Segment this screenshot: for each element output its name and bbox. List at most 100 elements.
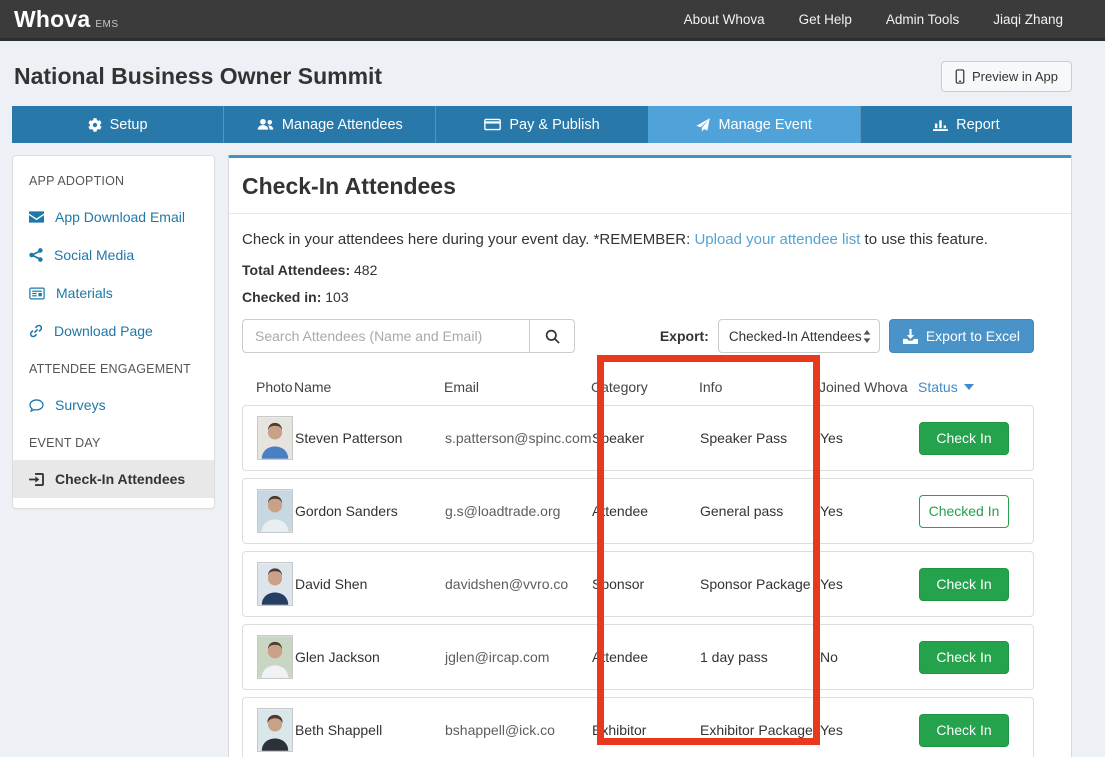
preview-in-app-button[interactable]: Preview in App	[941, 61, 1072, 92]
sidebar-item-label: Materials	[56, 285, 113, 301]
download-icon	[903, 329, 918, 344]
sidebar-item-label: Download Page	[54, 323, 153, 339]
envelope-icon	[29, 211, 44, 223]
attendee-email: davidshen@vvro.co	[445, 576, 592, 592]
main-tab-bar: Setup Manage Attendees Pay & Publish Man…	[12, 106, 1072, 143]
attendee-category: Attendee	[592, 503, 700, 519]
tab-report-label: Report	[956, 117, 1000, 133]
attendee-info: General pass	[700, 503, 820, 519]
attendee-info: Sponsor Package	[700, 576, 820, 592]
gear-icon	[88, 118, 102, 132]
sidebar-item-surveys[interactable]: Surveys	[13, 386, 214, 424]
sidebar-item-materials[interactable]: Materials	[13, 274, 214, 312]
attendee-email: s.patterson@spinc.com	[445, 430, 592, 446]
total-attendees-stat: Total Attendees: 482	[242, 262, 1058, 278]
main-panel: Check-In Attendees Check in your attende…	[228, 155, 1072, 757]
attendee-photo	[257, 635, 293, 679]
column-header-email: Email	[444, 379, 591, 395]
sidebar-item-label: App Download Email	[55, 209, 185, 225]
total-attendees-value: 482	[354, 262, 377, 278]
sidebar-item-social-media[interactable]: Social Media	[13, 236, 214, 274]
column-header-category: Category	[591, 379, 699, 395]
tab-manage-attendees[interactable]: Manage Attendees	[223, 106, 435, 143]
attendee-name: Steven Patterson	[295, 430, 445, 446]
check-in-button[interactable]: Check In	[919, 568, 1009, 601]
upload-attendee-list-link[interactable]: Upload your attendee list	[694, 231, 860, 248]
page-section-title: Check-In Attendees	[242, 173, 1058, 200]
attendee-category: Speaker	[592, 430, 700, 446]
attendee-photo	[257, 489, 293, 533]
tab-pay-publish-label: Pay & Publish	[509, 117, 599, 133]
export-to-excel-button[interactable]: Export to Excel	[889, 319, 1034, 353]
column-header-photo: Photo	[242, 379, 294, 395]
nav-admin-tools[interactable]: Admin Tools	[886, 12, 959, 27]
column-header-status[interactable]: Status	[918, 379, 1034, 395]
sidebar-item-label: Surveys	[55, 397, 106, 413]
instructions-prefix: Check in your attendees here during your…	[242, 231, 694, 248]
sidebar-item-label: Check-In Attendees	[55, 471, 185, 487]
tab-manage-event[interactable]: Manage Event	[648, 106, 860, 143]
sidebar-item-app-download-email[interactable]: App Download Email	[13, 198, 214, 236]
table-row: Glen Jackson jglen@ircap.com Attendee 1 …	[242, 624, 1034, 690]
sidebar: APP ADOPTION App Download Email Social M…	[12, 155, 215, 509]
export-select-value: Checked-In Attendees	[729, 329, 862, 344]
whova-logo[interactable]: Whova EMS	[14, 6, 119, 33]
check-in-button[interactable]: Check In	[919, 641, 1009, 674]
tab-setup-label: Setup	[110, 117, 148, 133]
navbar-links: About Whova Get Help Admin Tools Jiaqi Z…	[684, 12, 1085, 27]
page-header: National Business Owner Summit Preview i…	[0, 41, 1105, 106]
export-label: Export:	[660, 328, 709, 344]
sidebar-section-app-adoption: APP ADOPTION	[13, 162, 214, 198]
search-input[interactable]	[242, 319, 529, 353]
attendee-joined-whova: Yes	[820, 430, 919, 446]
attendee-name: Gordon Sanders	[295, 503, 445, 519]
export-select[interactable]: Checked-In Attendees	[718, 319, 880, 353]
status-header-label: Status	[918, 379, 958, 395]
checked-in-stat: Checked in: 103	[242, 289, 1058, 305]
attendee-joined-whova: No	[820, 649, 919, 665]
caret-down-icon	[964, 384, 974, 390]
brand-name: Whova	[14, 6, 90, 33]
mobile-phone-icon	[955, 69, 965, 84]
check-in-button[interactable]: Check In	[919, 422, 1009, 455]
sign-in-icon	[29, 473, 44, 486]
brand-suffix: EMS	[95, 19, 118, 30]
attendee-joined-whova: Yes	[820, 576, 919, 592]
attendee-info: Speaker Pass	[700, 430, 820, 446]
search-group	[242, 319, 575, 353]
attendee-joined-whova: Yes	[820, 722, 919, 738]
tab-setup[interactable]: Setup	[12, 106, 223, 143]
attendee-name: David Shen	[295, 576, 445, 592]
instructions-text: Check in your attendees here during your…	[242, 231, 1058, 248]
nav-about-whova[interactable]: About Whova	[684, 12, 765, 27]
table-row: Steven Patterson s.patterson@spinc.com S…	[242, 405, 1034, 471]
users-icon	[257, 118, 274, 131]
attendee-category: Exhibitor	[592, 722, 700, 738]
share-icon	[29, 248, 43, 262]
tab-pay-publish[interactable]: Pay & Publish	[435, 106, 647, 143]
search-button[interactable]	[529, 319, 575, 353]
checked-in-button[interactable]: Checked In	[919, 495, 1009, 528]
export-to-excel-label: Export to Excel	[926, 328, 1020, 344]
comment-icon	[29, 399, 44, 412]
column-header-name: Name	[294, 379, 444, 395]
attendee-info: Exhibitor Package	[700, 722, 820, 738]
attendee-joined-whova: Yes	[820, 503, 919, 519]
attendee-email: jglen@ircap.com	[445, 649, 592, 665]
nav-get-help[interactable]: Get Help	[799, 12, 852, 27]
attendee-photo	[257, 416, 293, 460]
panel-heading: Check-In Attendees	[229, 158, 1071, 214]
nav-user-menu[interactable]: Jiaqi Zhang	[993, 12, 1063, 27]
tab-report[interactable]: Report	[860, 106, 1072, 143]
sidebar-section-attendee-engagement: ATTENDEE ENGAGEMENT	[13, 350, 214, 386]
select-stepper-icon	[863, 330, 871, 343]
tab-manage-attendees-label: Manage Attendees	[282, 117, 403, 133]
sidebar-item-download-page[interactable]: Download Page	[13, 312, 214, 350]
sidebar-item-check-in-attendees[interactable]: Check-In Attendees	[13, 460, 214, 498]
link-icon	[29, 324, 43, 338]
check-in-button[interactable]: Check In	[919, 714, 1009, 747]
table-row: Beth Shappell bshappell@ick.co Exhibitor…	[242, 697, 1034, 757]
checked-in-label: Checked in:	[242, 289, 321, 305]
tab-manage-event-label: Manage Event	[718, 117, 812, 133]
sidebar-item-label: Social Media	[54, 247, 134, 263]
